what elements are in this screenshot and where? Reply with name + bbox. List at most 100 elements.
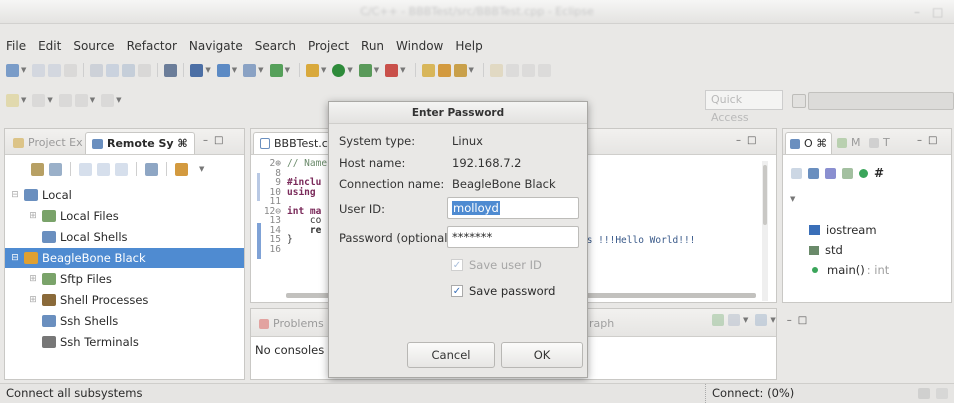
cancel-button[interactable]: Cancel [407, 342, 495, 368]
tools-icon[interactable] [164, 63, 178, 77]
menu-source[interactable]: Source [67, 36, 120, 56]
open-perspective-icon[interactable] [792, 94, 806, 108]
pin-console-icon[interactable] [712, 314, 724, 326]
target-icon[interactable] [122, 63, 136, 77]
sort-icon[interactable] [808, 167, 819, 179]
open-console-icon[interactable] [755, 314, 768, 326]
tab-make-targets[interactable]: M [835, 132, 863, 154]
debug-icon[interactable] [190, 63, 204, 77]
outline-item[interactable]: main(): int [809, 263, 889, 277]
new-project-icon[interactable] [385, 63, 399, 77]
collapse-icon[interactable] [791, 167, 802, 179]
open-type-icon[interactable] [421, 63, 435, 77]
new-class-icon[interactable] [305, 63, 319, 77]
display-console-icon[interactable] [728, 314, 740, 326]
tree-toggle-icon[interactable]: ⊞ [27, 269, 39, 289]
tree-item[interactable]: ⊞ Sftp Files [5, 269, 244, 289]
menu-refactor[interactable]: Refactor [121, 36, 183, 56]
prev-annotation-icon[interactable] [505, 63, 519, 77]
print-icon[interactable] [64, 63, 78, 77]
tab-problems[interactable]: Problems [253, 313, 330, 335]
menu-edit[interactable]: Edit [32, 36, 67, 56]
menu-search[interactable]: Search [249, 36, 302, 56]
new-folder-icon[interactable] [358, 63, 372, 77]
next-annotation-icon[interactable] [521, 63, 535, 77]
pin-icon[interactable] [537, 63, 551, 77]
edit-icon[interactable] [453, 63, 467, 77]
maximize-icon[interactable]: □ [932, 5, 943, 19]
menu-run[interactable]: Run [355, 36, 390, 56]
tree-toggle-icon[interactable]: ⊟ [9, 248, 21, 268]
menu-navigate[interactable]: Navigate [183, 36, 249, 56]
tab-project-explorer[interactable]: Project Ex [7, 132, 89, 154]
tab-remote-systems[interactable]: Remote Sy ⌘ [85, 132, 195, 154]
tree-item-label: Local Shells [60, 230, 128, 244]
save-password-checkbox[interactable]: ✓ Save password [451, 284, 555, 298]
ok-button[interactable]: OK [501, 342, 583, 368]
new-source-icon[interactable] [332, 63, 346, 77]
menu-window[interactable]: Window [390, 36, 449, 56]
hide-fields-icon[interactable] [825, 167, 836, 179]
back-icon[interactable] [79, 162, 92, 176]
tree-item[interactable]: ⊟ BeagleBone Black [5, 248, 244, 268]
tree-item[interactable]: Local Shells [5, 227, 244, 247]
progress-icon[interactable] [918, 388, 930, 399]
minimize-maximize-controls[interactable]: –□ [203, 135, 229, 146]
outline-item[interactable]: iostream [809, 223, 879, 237]
up-icon[interactable] [115, 162, 128, 176]
tree-toggle-icon[interactable]: ⊞ [27, 290, 39, 310]
tree-item[interactable]: ⊞ Shell Processes [5, 290, 244, 310]
tab-bbbtest-editor[interactable]: BBBTest.c [253, 132, 335, 154]
save-icon[interactable] [32, 63, 46, 77]
menu-file[interactable]: File [0, 36, 32, 56]
build-config-icon[interactable] [106, 63, 120, 77]
back-icon[interactable] [58, 93, 72, 107]
hide-static-icon[interactable] [842, 167, 853, 179]
next-edit-icon[interactable] [32, 93, 46, 107]
tree-toggle-icon[interactable]: ⊞ [27, 206, 39, 226]
outline-view-menu-icon[interactable]: ▼ [790, 195, 795, 203]
hide-nonpublic-icon[interactable] [859, 168, 868, 178]
tree-item[interactable]: ⊟ Local [5, 185, 244, 205]
forward-icon[interactable] [74, 93, 88, 107]
forward-icon[interactable] [97, 162, 110, 176]
tree-item[interactable]: ⊞ Local Files [5, 206, 244, 226]
quick-access-input[interactable]: Quick Access [705, 90, 783, 124]
search-files-icon[interactable] [138, 63, 152, 77]
password-input[interactable]: ******* [447, 226, 579, 248]
view-menu-icon[interactable]: ▼ [199, 165, 204, 173]
hide-macros-icon[interactable]: # [874, 166, 884, 180]
tree-item[interactable]: Ssh Terminals [5, 332, 244, 352]
tab-outline[interactable]: O ⌘ [785, 132, 833, 154]
minimize-icon[interactable]: – [914, 5, 920, 19]
console-minimize-maximize[interactable]: –□ [787, 315, 813, 326]
save-all-icon[interactable] [48, 63, 62, 77]
new-icon[interactable] [6, 63, 19, 77]
menu-project[interactable]: Project [302, 36, 355, 56]
perspective-switcher[interactable] [808, 92, 954, 110]
collapse-all-icon[interactable] [145, 162, 158, 176]
editor-minimize-maximize[interactable]: –□ [736, 135, 762, 146]
define-connection-icon[interactable] [31, 162, 44, 176]
background-tasks-icon[interactable] [936, 388, 948, 399]
call-graph-tab-fragment[interactable]: raph [589, 317, 614, 330]
tree-item[interactable]: Ssh Shells [5, 311, 244, 331]
build-icon[interactable] [90, 63, 104, 77]
outline-minimize-maximize[interactable]: –□ [917, 135, 943, 146]
menu-help[interactable]: Help [449, 36, 488, 56]
save-user-id-checkbox[interactable]: ✓ Save user ID [451, 258, 542, 272]
outline-item[interactable]: std [809, 243, 845, 257]
open-element-icon[interactable] [437, 63, 451, 77]
tree-toggle-icon[interactable]: ⊟ [9, 185, 21, 205]
last-edit-icon[interactable] [6, 93, 19, 107]
run-icon[interactable] [216, 63, 230, 77]
editor-scrollbar[interactable] [762, 161, 768, 301]
annotation-icon[interactable] [489, 63, 503, 77]
external-tools-icon[interactable] [243, 63, 257, 77]
history-icon[interactable] [101, 93, 115, 107]
link-editor-icon[interactable] [175, 162, 188, 176]
refresh-icon[interactable] [49, 162, 62, 176]
user-id-input[interactable]: molloyd [447, 197, 579, 219]
coverage-icon[interactable] [269, 63, 283, 77]
tab-task-list[interactable]: T [867, 132, 892, 154]
